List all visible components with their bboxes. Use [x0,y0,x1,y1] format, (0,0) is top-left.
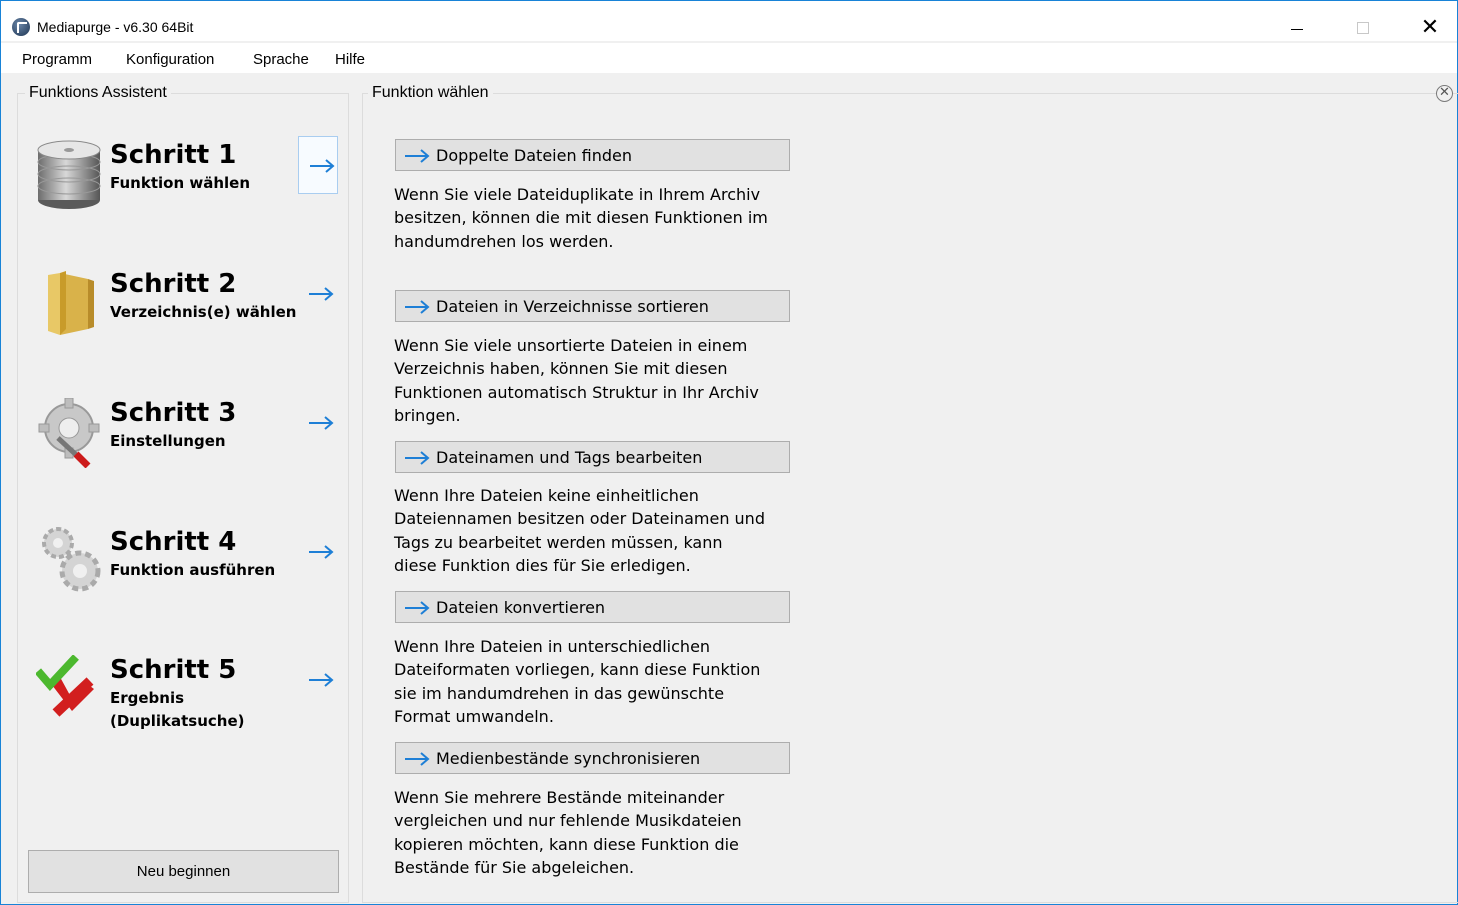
arrow-right-icon [405,149,430,163]
step-2-arrow-button[interactable] [298,265,338,323]
close-window-button[interactable]: ✕ [1407,1,1453,41]
find-duplicates-label: Doppelte Dateien finden [436,146,633,165]
settings-wrench-icon [36,397,102,478]
sort-files-description: Wenn Sie viele unsortierte Dateien in ei… [394,336,759,425]
sync-media-button[interactable]: Medienbestände synchronisieren [395,742,790,774]
step-4-arrow-button[interactable] [298,523,338,581]
convert-files-label: Dateien konvertieren [436,598,606,617]
menu-konfiguration[interactable]: Konfiguration [126,51,214,69]
title-bar: Mediapurge - v6.30 64Bit [1,1,1457,41]
step-3[interactable]: Schritt 3 Einstellungen [30,397,348,498]
find-duplicates-button[interactable]: Doppelte Dateien finden [395,139,790,171]
edit-names-tags-button[interactable]: Dateinamen und Tags bearbeiten [395,441,790,473]
arrow-right-icon [405,300,430,314]
step-1-title: Schritt 1 [110,140,237,170]
edit-names-tags-description: Wenn Ihre Dateien keine einheitlichen Da… [394,486,765,575]
step-1-subtitle: Funktion wählen [110,174,251,192]
step-5-subtitle: Ergebnis (Duplikatsuche) [110,689,245,730]
panel-close-icon[interactable]: ✕ [1436,85,1453,102]
step-1-arrow-button[interactable] [298,136,338,194]
check-cross-icon [34,654,102,735]
arrow-right-icon [405,451,430,465]
step-3-arrow-button[interactable] [298,394,338,452]
assistant-caption: Funktions Assistent [25,84,171,102]
window-title: Mediapurge - v6.30 64Bit [37,19,194,35]
arrow-right-icon [309,287,334,301]
step-1[interactable]: Schritt 1 Funktion wählen [30,136,348,240]
step-5-arrow-button[interactable] [298,651,338,709]
step-3-title: Schritt 3 [110,398,237,428]
step-4-subtitle: Funktion ausführen [110,561,276,579]
menu-bar: Programm Konfiguration Sprache Hilfe [1,43,1457,73]
edit-names-tags-label: Dateinamen und Tags bearbeiten [436,448,703,467]
convert-files-description: Wenn Ihre Dateien in unterschiedlichen D… [394,637,761,726]
folder-icon [36,269,102,349]
step-2[interactable]: Schritt 2 Verzeichnis(e) wählen [30,269,348,369]
step-2-subtitle: Verzeichnis(e) wählen [110,303,297,321]
app-icon [12,18,30,36]
step-5-title: Schritt 5 [110,655,237,685]
step-2-title: Schritt 2 [110,269,237,299]
find-duplicates-description: Wenn Sie viele Dateiduplikate in Ihrem A… [394,185,768,251]
arrow-right-icon [309,545,334,559]
step-3-subtitle: Einstellungen [110,432,226,450]
maximize-button[interactable] [1340,1,1386,41]
menu-hilfe[interactable]: Hilfe [335,51,365,69]
menu-programm[interactable]: Programm [22,51,92,69]
arrow-right-icon [309,416,334,430]
sync-media-label: Medienbestände synchronisieren [436,749,701,768]
step-4-title: Schritt 4 [110,527,237,557]
arrow-right-icon [405,601,430,615]
arrow-right-icon [309,673,334,687]
database-icon [36,140,102,220]
minimize-button[interactable] [1274,1,1320,41]
sync-media-description: Wenn Sie mehrere Bestände miteinander ve… [394,788,742,877]
function-caption: Funktion wählen [368,84,493,102]
sort-files-button[interactable]: Dateien in Verzeichnisse sortieren [395,290,790,322]
menu-sprache[interactable]: Sprache [253,51,309,69]
arrow-right-icon [405,752,430,766]
step-5[interactable]: Schritt 5 Ergebnis (Duplikatsuche) [30,654,348,755]
arrow-right-icon [310,159,335,173]
restart-button[interactable]: Neu beginnen [28,850,339,893]
gears-icon [36,527,102,607]
sort-files-label: Dateien in Verzeichnisse sortieren [436,297,709,316]
convert-files-button[interactable]: Dateien konvertieren [395,591,790,623]
step-4[interactable]: Schritt 4 Funktion ausführen [30,527,348,627]
